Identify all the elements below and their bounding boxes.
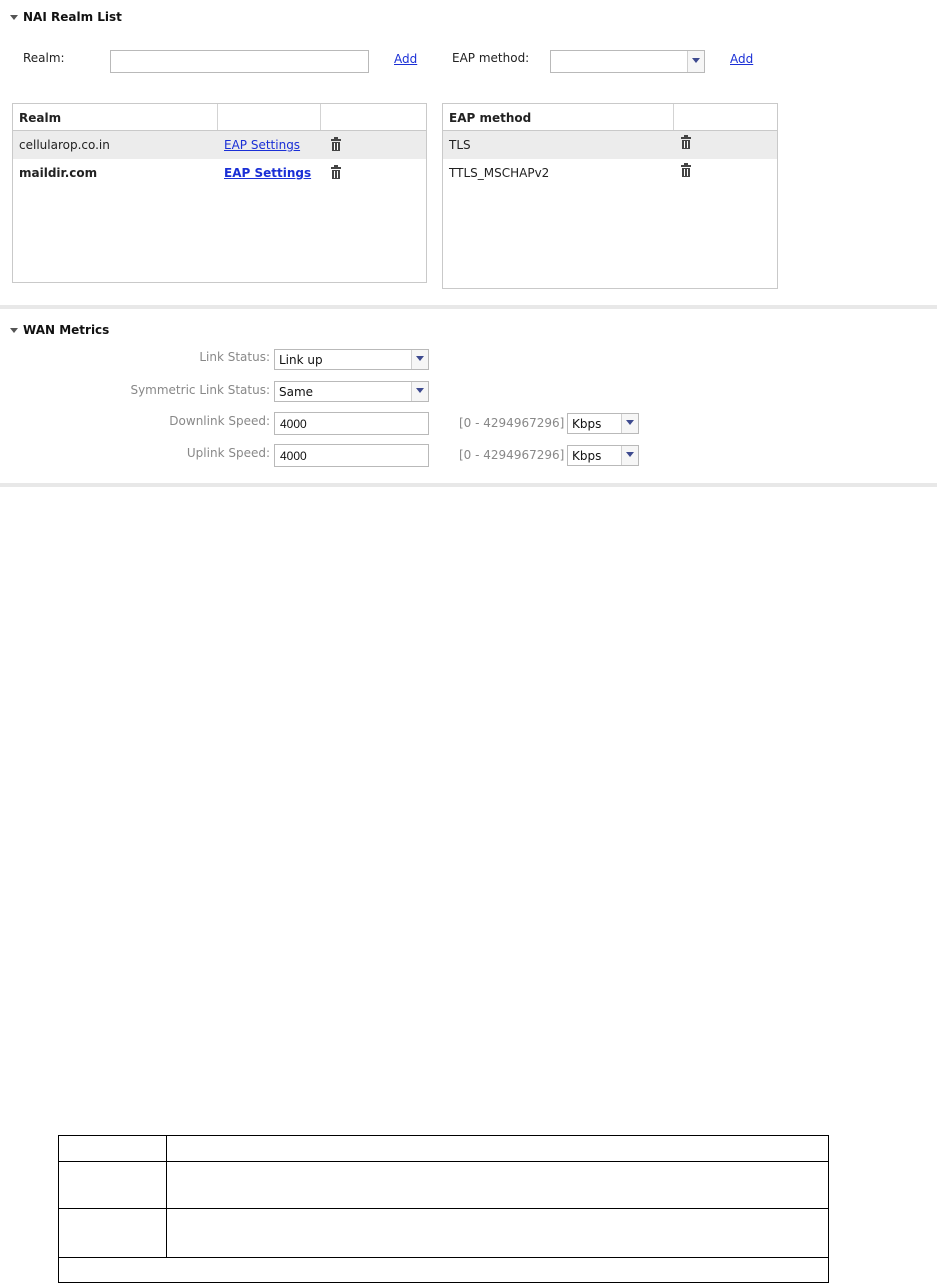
downlink-speed-input[interactable] <box>274 412 429 435</box>
empty-table <box>58 1135 829 1283</box>
trash-icon[interactable] <box>681 163 691 177</box>
chevron-down-icon <box>626 420 634 425</box>
chevron-down-icon <box>416 356 424 361</box>
collapse-triangle-icon[interactable] <box>10 328 18 333</box>
realm-table-header: Realm <box>13 104 426 131</box>
table-cell <box>166 1208 829 1258</box>
table-row[interactable]: cellularop.co.in EAP Settings <box>13 131 426 159</box>
realm-label: Realm: <box>23 51 65 65</box>
table-row[interactable]: maildir.com EAP Settings <box>13 159 426 187</box>
downlink-unit-value: Kbps <box>572 417 602 431</box>
column-header-settings <box>218 104 321 130</box>
downlink-unit-select[interactable]: Kbps <box>567 413 639 434</box>
nai-realm-section-title: NAI Realm List <box>23 10 122 24</box>
symmetric-link-status-select[interactable]: Same <box>274 381 429 402</box>
link-status-select[interactable]: Link up <box>274 349 429 370</box>
eap-method-select[interactable] <box>550 50 705 73</box>
downlink-speed-label: Downlink Speed: <box>169 414 270 428</box>
realm-cell: maildir.com <box>19 166 98 180</box>
uplink-range-hint: [0 - 4294967296] <box>459 448 565 462</box>
realm-cell: cellularop.co.in <box>19 138 110 152</box>
add-realm-link[interactable]: Add <box>394 52 417 66</box>
trash-icon[interactable] <box>681 135 691 149</box>
chevron-down-icon <box>692 58 700 63</box>
link-status-value: Link up <box>279 353 323 367</box>
eap-method-label: EAP method: <box>452 51 530 65</box>
realm-input[interactable] <box>110 50 369 73</box>
eap-method-cell: TTLS_MSCHAPv2 <box>449 166 550 180</box>
uplink-unit-select[interactable]: Kbps <box>567 445 639 466</box>
link-status-dropdown-button[interactable] <box>411 350 428 369</box>
table-cell <box>58 1135 167 1162</box>
table-row <box>58 1161 829 1209</box>
table-row <box>58 1135 829 1162</box>
chevron-down-icon <box>416 388 424 393</box>
wan-metrics-section-title: WAN Metrics <box>23 323 110 337</box>
uplink-speed-input[interactable] <box>274 444 429 467</box>
eap-settings-link[interactable]: EAP Settings <box>218 159 311 187</box>
table-cell <box>58 1161 167 1209</box>
link-status-label: Link Status: <box>199 350 270 364</box>
trash-icon[interactable] <box>331 165 341 179</box>
symmetric-link-status-label: Symmetric Link Status: <box>130 383 270 397</box>
column-header-realm[interactable]: Realm <box>13 104 218 130</box>
downlink-unit-dropdown-button[interactable] <box>621 414 638 433</box>
uplink-speed-label: Uplink Speed: <box>186 446 270 460</box>
section-divider <box>0 483 937 487</box>
column-header-actions <box>321 104 426 130</box>
uplink-unit-value: Kbps <box>572 449 602 463</box>
table-cell <box>166 1135 829 1162</box>
trash-icon[interactable] <box>331 137 341 151</box>
table-row[interactable]: TLS <box>443 131 777 159</box>
table-row[interactable]: TTLS_MSCHAPv2 <box>443 159 777 187</box>
uplink-unit-dropdown-button[interactable] <box>621 446 638 465</box>
eap-dropdown-button[interactable] <box>687 51 704 72</box>
eap-method-cell: TLS <box>449 138 471 152</box>
downlink-range-hint: [0 - 4294967296] <box>459 416 565 430</box>
table-cell <box>58 1257 829 1283</box>
column-header-eap-method[interactable]: EAP method <box>443 104 674 130</box>
symmetric-dropdown-button[interactable] <box>411 382 428 401</box>
eap-method-table: EAP method TLS TTLS_MSCHAPv2 <box>442 103 778 289</box>
add-eap-link[interactable]: Add <box>730 52 753 66</box>
section-divider <box>0 305 937 309</box>
chevron-down-icon <box>626 452 634 457</box>
realm-table: Realm cellularop.co.in EAP Settings mail… <box>12 103 427 283</box>
table-row <box>58 1208 829 1258</box>
table-row <box>58 1257 829 1283</box>
collapse-triangle-icon[interactable] <box>10 15 18 20</box>
table-cell <box>58 1208 167 1258</box>
symmetric-link-status-value: Same <box>279 385 314 399</box>
table-cell <box>166 1161 829 1209</box>
eap-table-header: EAP method <box>443 104 777 131</box>
column-header-actions <box>674 104 777 130</box>
eap-settings-link[interactable]: EAP Settings <box>218 131 300 159</box>
